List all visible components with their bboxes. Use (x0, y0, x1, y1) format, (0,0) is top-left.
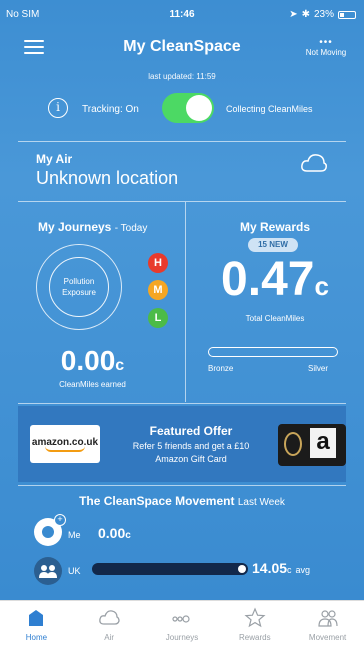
battery-icon (338, 10, 356, 19)
status-right: ➤ ✱ 23% (289, 9, 356, 20)
divider (18, 141, 346, 142)
rewards-progress-bar (208, 347, 338, 357)
moving-status-button[interactable]: ••• Not Moving (298, 37, 354, 58)
total-cleanmiles-unit: c (314, 271, 329, 301)
offer-line-1: Refer 5 friends and get a £10 (132, 441, 250, 451)
bluetooth-icon: ✱ (301, 9, 310, 20)
gift-card-swoosh (284, 432, 302, 456)
divider (18, 403, 346, 404)
tab-movement[interactable]: Movement (291, 601, 364, 648)
tab-home[interactable]: Home (0, 601, 73, 648)
pollution-exposure-dial[interactable]: Pollution Exposure (49, 257, 109, 317)
cloud-icon (300, 152, 328, 179)
air-location[interactable]: Unknown location (36, 168, 178, 189)
new-rewards-badge[interactable]: 15 NEW (248, 238, 298, 252)
tab-label: Air (104, 633, 115, 642)
journeys-title: My Journeys (38, 220, 112, 234)
level-high-badge: H (148, 253, 168, 273)
collecting-status: Collecting CleanMiles (226, 104, 313, 114)
bronze-label: Bronze (208, 364, 234, 373)
tab-label: Movement (308, 633, 347, 642)
uk-label: UK (68, 566, 81, 576)
plus-icon: + (54, 514, 66, 526)
info-icon[interactable]: i (48, 98, 68, 118)
tab-bar: Home Air Journeys Rewards Movement (0, 600, 364, 648)
cloud-icon (99, 610, 120, 625)
amazon-smile-icon (45, 446, 85, 452)
my-air-heading: My Air (36, 152, 73, 166)
total-cleanmiles-value: 0.47c (186, 252, 364, 307)
location-arrow-icon: ➤ (289, 9, 298, 20)
toggle-knob (186, 95, 212, 121)
movement-heading[interactable]: The CleanSpace Movement Last Week (0, 494, 364, 508)
level-low-badge: L (148, 308, 168, 328)
uk-average-bar (92, 563, 248, 575)
gift-card-image: a (278, 424, 346, 466)
me-avatar-icon: + (34, 514, 66, 546)
battery-percent: 23% (313, 9, 334, 20)
divider (18, 201, 346, 202)
uk-value-unit: c (287, 565, 292, 575)
status-bar: No SIM 11:46 ➤ ✱ 23% (0, 0, 364, 24)
movement-title: The CleanSpace Movement (79, 494, 235, 508)
tab-air[interactable]: Air (73, 601, 146, 648)
uk-value-suffix: avg (295, 565, 310, 575)
people-icon (317, 610, 338, 627)
me-value-unit: c (125, 530, 131, 541)
total-cleanmiles-label: Total CleanMiles (245, 314, 305, 323)
me-label: Me (68, 530, 81, 540)
home-icon (29, 610, 44, 626)
gift-card-letter: a (310, 428, 336, 458)
tracking-label: Tracking: On (82, 104, 139, 115)
tab-rewards[interactable]: Rewards (218, 601, 291, 648)
tab-label: Rewards (239, 633, 271, 642)
miles-earned-label: CleanMiles earned (59, 380, 126, 389)
pollution-label-2: Exposure (62, 288, 96, 297)
level-medium-badge: M (148, 280, 168, 300)
rewards-heading[interactable]: My Rewards (186, 220, 364, 234)
miles-earned-value: 0.00c (0, 345, 185, 377)
offer-title: Featured Offer (149, 424, 233, 438)
uk-group-icon (34, 557, 62, 585)
tracking-toggle[interactable] (162, 93, 214, 123)
miles-earned-unit: c (115, 357, 125, 374)
divider (18, 485, 346, 486)
journeys-period: - Today (114, 223, 148, 234)
miles-earned-number: 0.00 (60, 345, 116, 376)
offer-line-2: Amazon Gift Card (155, 454, 227, 464)
last-updated: last updated: 11:59 (148, 72, 216, 81)
total-cleanmiles-number: 0.47 (221, 253, 315, 306)
tab-journeys[interactable]: Journeys (146, 601, 219, 648)
pollution-label-1: Pollution (63, 277, 95, 286)
offer-description: Refer 5 friends and get a £10 Amazon Gif… (108, 440, 274, 466)
star-icon (244, 607, 266, 628)
tab-label: Home (25, 633, 48, 642)
uk-value-number: 14.05 (252, 560, 288, 576)
moving-status-label: Not Moving (305, 48, 347, 57)
uk-bar-marker (238, 565, 246, 573)
journeys-heading[interactable]: My Journeys - Today (38, 220, 147, 234)
moving-dots-icon: ••• (319, 37, 333, 48)
main-screen: No SIM 11:46 ➤ ✱ 23% My CleanSpace ••• N… (0, 0, 364, 600)
me-value: 0.00c (98, 525, 131, 541)
amazon-logo: amazon.co.uk (30, 425, 100, 463)
movement-period: Last Week (237, 497, 285, 508)
silver-label: Silver (308, 364, 329, 373)
me-value-number: 0.00 (98, 525, 126, 541)
journeys-icon (172, 615, 190, 623)
uk-average-value: 14.05c avg (252, 560, 310, 576)
tab-label: Journeys (165, 633, 199, 642)
